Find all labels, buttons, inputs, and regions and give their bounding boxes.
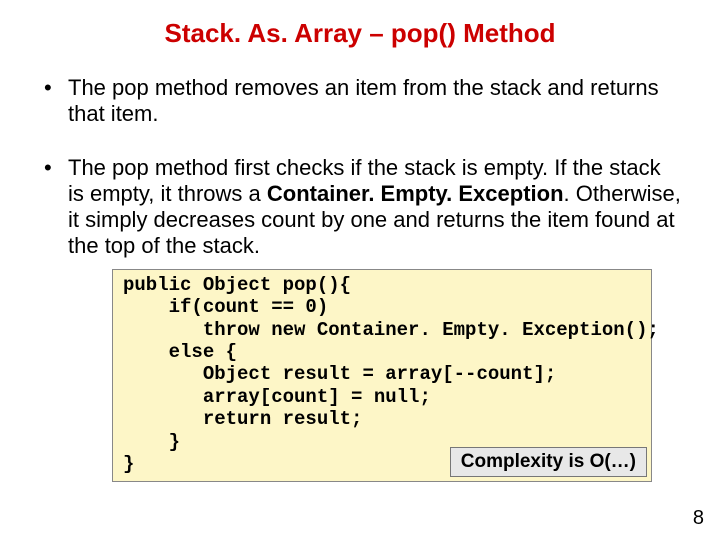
code-line: } (123, 453, 134, 475)
code-line: return result; (123, 408, 362, 430)
code-line: Object result = array[--count]; (123, 363, 556, 385)
bullet-item: The pop method first checks if the stack… (68, 155, 682, 259)
bullet-text: The pop method removes an item from the … (68, 75, 659, 126)
complexity-box: Complexity is O(…) (450, 447, 647, 477)
bullet-text-bold: Container. Empty. Exception (267, 181, 564, 206)
code-line: else { (123, 341, 237, 363)
code-line: if(count == 0) (123, 296, 328, 318)
page-number: 8 (693, 507, 704, 530)
code-line: public Object pop(){ (123, 274, 351, 296)
code-line: throw new Container. Empty. Exception(); (123, 319, 659, 341)
code-line: array[count] = null; (123, 386, 431, 408)
bullet-item: The pop method removes an item from the … (68, 75, 682, 127)
bullet-list: The pop method removes an item from the … (38, 75, 682, 259)
code-block: public Object pop(){ if(count == 0) thro… (112, 269, 652, 483)
slide-title: Stack. As. Array – pop() Method (38, 18, 682, 49)
code-line: } (123, 431, 180, 453)
